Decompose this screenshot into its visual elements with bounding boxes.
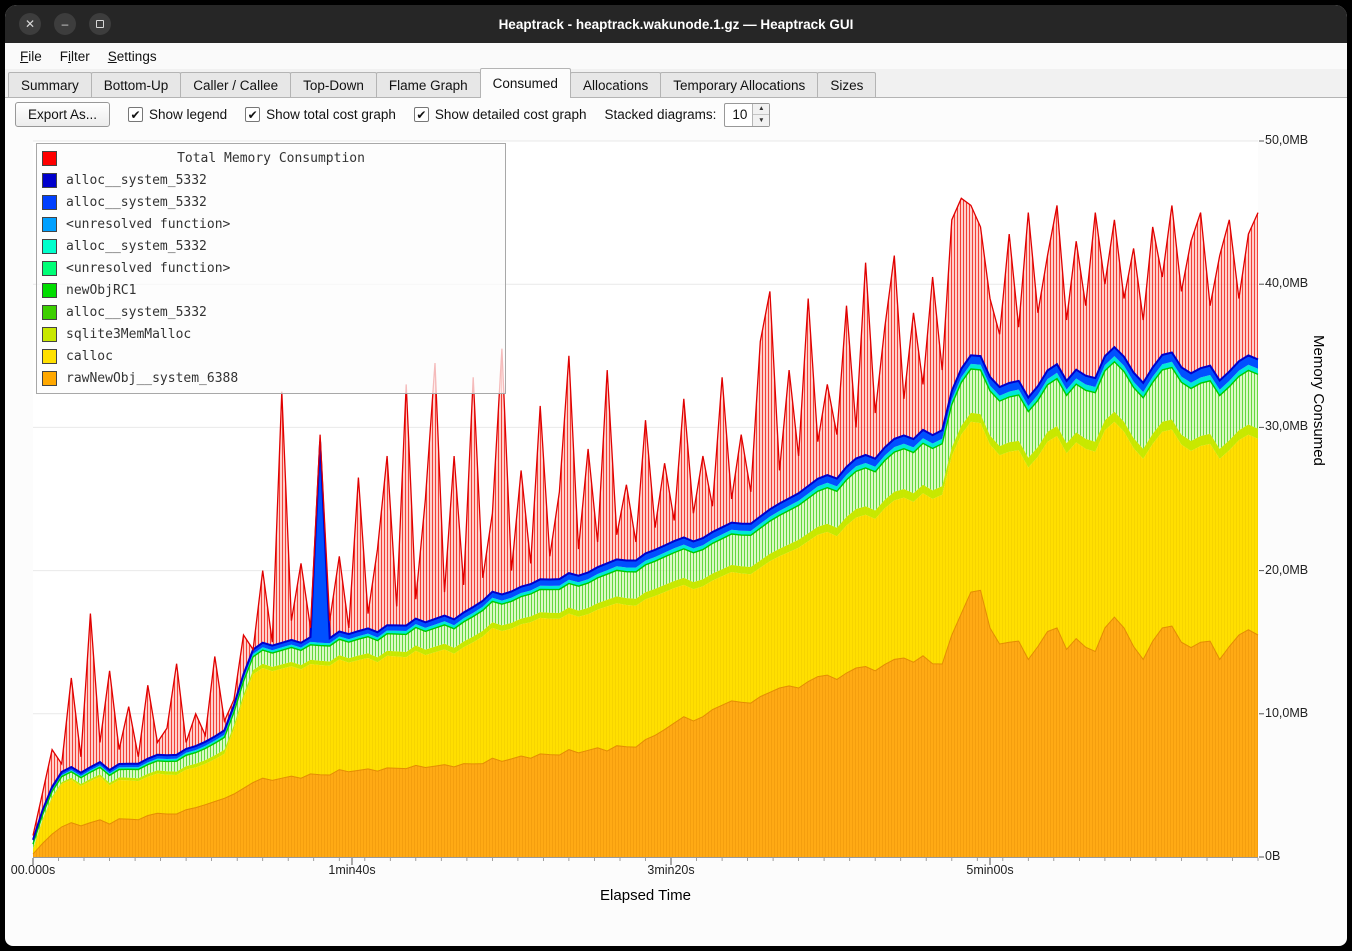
x-tick-label: 3min20s (647, 863, 694, 877)
legend-swatch (42, 261, 57, 276)
legend-swatch (42, 371, 57, 386)
checkbox-label: Show legend (149, 107, 227, 122)
tab-bar: SummaryBottom-UpCaller / CalleeTop-DownF… (5, 69, 1347, 98)
legend-title: Total Memory Consumption (37, 151, 505, 166)
legend-item: <unresolved function> (37, 213, 505, 235)
checkbox-show-total-cost-graph[interactable]: ✔ Show total cost graph (245, 107, 396, 122)
maximize-button[interactable] (89, 13, 111, 35)
tab-bottom-up[interactable]: Bottom-Up (91, 72, 182, 98)
close-button[interactable]: ✕ (19, 13, 41, 35)
legend-item: rawNewObj__system_6388 (37, 367, 505, 389)
checkbox-mark-icon: ✔ (245, 107, 260, 122)
tab-sizes[interactable]: Sizes (817, 72, 876, 98)
checkbox-show-legend[interactable]: ✔ Show legend (128, 107, 227, 122)
tab-caller-callee[interactable]: Caller / Callee (180, 72, 291, 98)
tab-bar-line (5, 97, 1347, 98)
legend-label: alloc__system_5332 (66, 195, 207, 210)
legend-label: alloc__system_5332 (66, 305, 207, 320)
menu-bar: FileFilterSettings (5, 43, 1347, 69)
legend-label: rawNewObj__system_6388 (66, 371, 238, 386)
legend-label: calloc (66, 349, 113, 364)
y-tick-label: 10,0MB (1265, 706, 1308, 720)
menu-file[interactable]: File (11, 46, 51, 67)
legend-item: sqlite3MemMalloc (37, 323, 505, 345)
legend-swatch (42, 195, 57, 210)
tab-top-down[interactable]: Top-Down (290, 72, 377, 98)
legend-item: alloc__system_5332 (37, 191, 505, 213)
stacked-diagrams-spinbox[interactable]: 10 ▲ ▼ (724, 103, 770, 127)
y-tick-label: 40,0MB (1265, 276, 1308, 290)
spinbox-up-arrow-icon[interactable]: ▲ (753, 104, 769, 116)
spinbox-down-arrow-icon[interactable]: ▼ (753, 115, 769, 126)
legend-item: newObjRC1 (37, 279, 505, 301)
y-tick-label: 30,0MB (1265, 419, 1308, 433)
legend-item: <unresolved function> (37, 257, 505, 279)
tab-consumed[interactable]: Consumed (480, 68, 571, 98)
checkbox-group: ✔ Show legend ✔ Show total cost graph ✔ Show … (128, 107, 587, 122)
x-axis-title: Elapsed Time (33, 887, 1258, 904)
checkbox-mark-icon: ✔ (414, 107, 429, 122)
checkbox-label: Show total cost graph (266, 107, 396, 122)
legend-label: <unresolved function> (66, 261, 230, 276)
minimize-button[interactable]: – (54, 13, 76, 35)
legend-label: sqlite3MemMalloc (66, 327, 191, 342)
legend-swatch (42, 173, 57, 188)
window-title: Heaptrack - heaptrack.wakunode.1.gz — He… (499, 17, 854, 32)
stacked-diagrams-value[interactable]: 10 (725, 104, 752, 126)
x-tick-label: 1min40s (328, 863, 375, 877)
tab-summary[interactable]: Summary (8, 72, 92, 98)
legend-swatch (42, 327, 57, 342)
legend-swatch (42, 239, 57, 254)
y-tick-label: 50,0MB (1265, 133, 1308, 147)
legend-label: <unresolved function> (66, 217, 230, 232)
checkbox-show-detailed-cost-graph[interactable]: ✔ Show detailed cost graph (414, 107, 587, 122)
toolbar: Export As... ✔ Show legend ✔ Show total cos… (5, 98, 1347, 131)
stacked-diagrams-group: Stacked diagrams: 10 ▲ ▼ (605, 103, 771, 127)
export-as-button[interactable]: Export As... (15, 102, 110, 127)
x-tick-label: 5min00s (966, 863, 1013, 877)
legend-swatch (42, 305, 57, 320)
legend-title-row: Total Memory Consumption (37, 147, 505, 169)
legend-swatch (42, 217, 57, 232)
checkbox-label: Show detailed cost graph (435, 107, 587, 122)
legend-item: alloc__system_5332 (37, 169, 505, 191)
tab-temporary-allocations[interactable]: Temporary Allocations (660, 72, 818, 98)
tab-flame-graph[interactable]: Flame Graph (376, 72, 481, 98)
chart-legend: Total Memory Consumption alloc__system_5… (36, 143, 506, 394)
checkbox-mark-icon: ✔ (128, 107, 143, 122)
legend-label: alloc__system_5332 (66, 173, 207, 188)
x-tick-label: 00.000s (11, 863, 55, 877)
legend-item: alloc__system_5332 (37, 301, 505, 323)
tab-allocations[interactable]: Allocations (570, 72, 661, 98)
stacked-diagrams-label: Stacked diagrams: (605, 107, 717, 122)
title-bar[interactable]: ✕ – Heaptrack - heaptrack.wakunode.1.gz … (5, 5, 1347, 43)
legend-swatch (42, 349, 57, 364)
window-controls: ✕ – (19, 13, 111, 35)
y-axis-title: Memory Consumed (1310, 335, 1327, 665)
legend-label: newObjRC1 (66, 283, 136, 298)
app-window: ✕ – Heaptrack - heaptrack.wakunode.1.gz … (5, 5, 1347, 946)
legend-label: alloc__system_5332 (66, 239, 207, 254)
y-tick-label: 0B (1265, 849, 1280, 863)
legend-item: alloc__system_5332 (37, 235, 505, 257)
menu-filter[interactable]: Filter (51, 46, 99, 67)
menu-settings[interactable]: Settings (99, 46, 166, 67)
y-tick-label: 20,0MB (1265, 563, 1308, 577)
legend-swatch (42, 283, 57, 298)
legend-item: calloc (37, 345, 505, 367)
spinbox-arrows: ▲ ▼ (752, 104, 769, 126)
maximize-icon (96, 20, 104, 28)
